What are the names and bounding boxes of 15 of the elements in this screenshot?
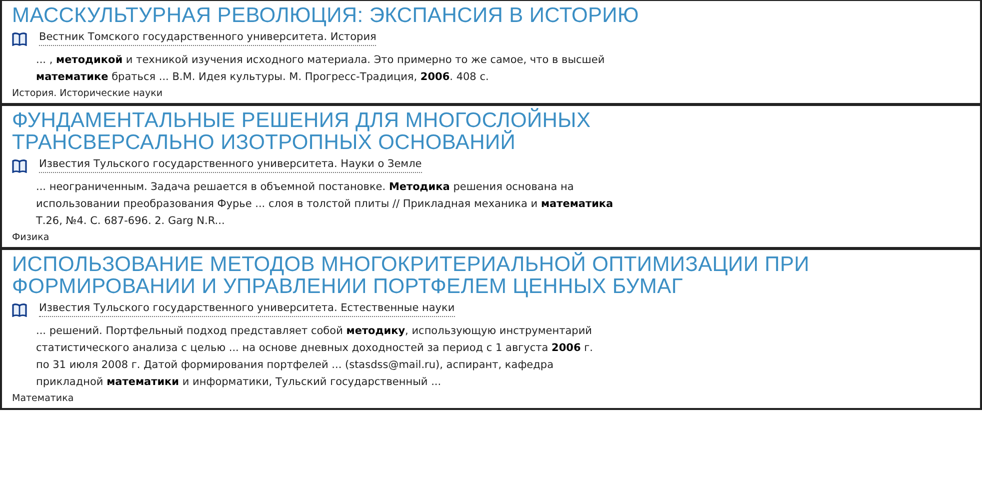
book-icon xyxy=(12,158,27,172)
result-snippet: ... решений. Портфельный подход представляет собой методику, использующую инструментарий статистического анализа с целью ... на основе дневных доходностей за период с 1 августа 2006 г. по 31 июля 2008 г. Датой формирования портфелей ... (stasdss@mail.ru), аспирант, кафедра прикладной математики и информатики, Тульский государственный ... xyxy=(36,324,593,390)
source-link[interactable]: Известия Тульского государственного университета. Науки о Земле xyxy=(39,158,422,173)
source-link[interactable]: Вестник Томского государственного университета. История xyxy=(39,31,376,46)
category-label: Физика xyxy=(12,232,50,243)
category-label: Математика xyxy=(12,393,74,404)
book-icon xyxy=(12,302,27,316)
result-title[interactable]: ИСПОЛЬЗОВАНИЕ МЕТОДОВ МНОГОКРИТЕРИАЛЬНОЙ ОПТИМИЗАЦИИ ПРИ ФОРМИРОВАНИИ И УПРАВЛЕНИИ ПОРТФЕЛЕМ ЦЕННЫХ БУМАГ xyxy=(12,254,810,298)
result-title[interactable]: МАССКУЛЬТУРНАЯ РЕВОЛЮЦИЯ: ЭКСПАНСИЯ В ИСТОРИЮ xyxy=(12,5,639,27)
book-icon xyxy=(12,32,27,46)
source-link[interactable]: Известия Тульского государственного университета. Естественные науки xyxy=(39,302,455,317)
result-snippet: ... , методикой и техникой изучения исходного материала. Это примерно то же самое, что в высшей математике браться ... В.М. Идея культуры. М. Прогресс-Традиция, 2006. 408 с. xyxy=(36,53,605,85)
category-label: История. Исторические науки xyxy=(12,88,163,99)
result-title[interactable]: ФУНДАМЕНТАЛЬНЫЕ РЕШЕНИЯ ДЛЯ МНОГОСЛОЙНЫХ ТРАНСВЕРСАЛЬНО ИЗОТРОПНЫХ ОСНОВАНИЙ xyxy=(12,110,591,154)
result-snippet: ... неограниченным. Задача решается в объемной постановке. Методика решения основана на использовании преобразования Фурье ... слоя в толстой плиты // Прикладная механика и математика Т.26, №4. С. 687-696. 2. Garg N.R... xyxy=(36,180,614,229)
